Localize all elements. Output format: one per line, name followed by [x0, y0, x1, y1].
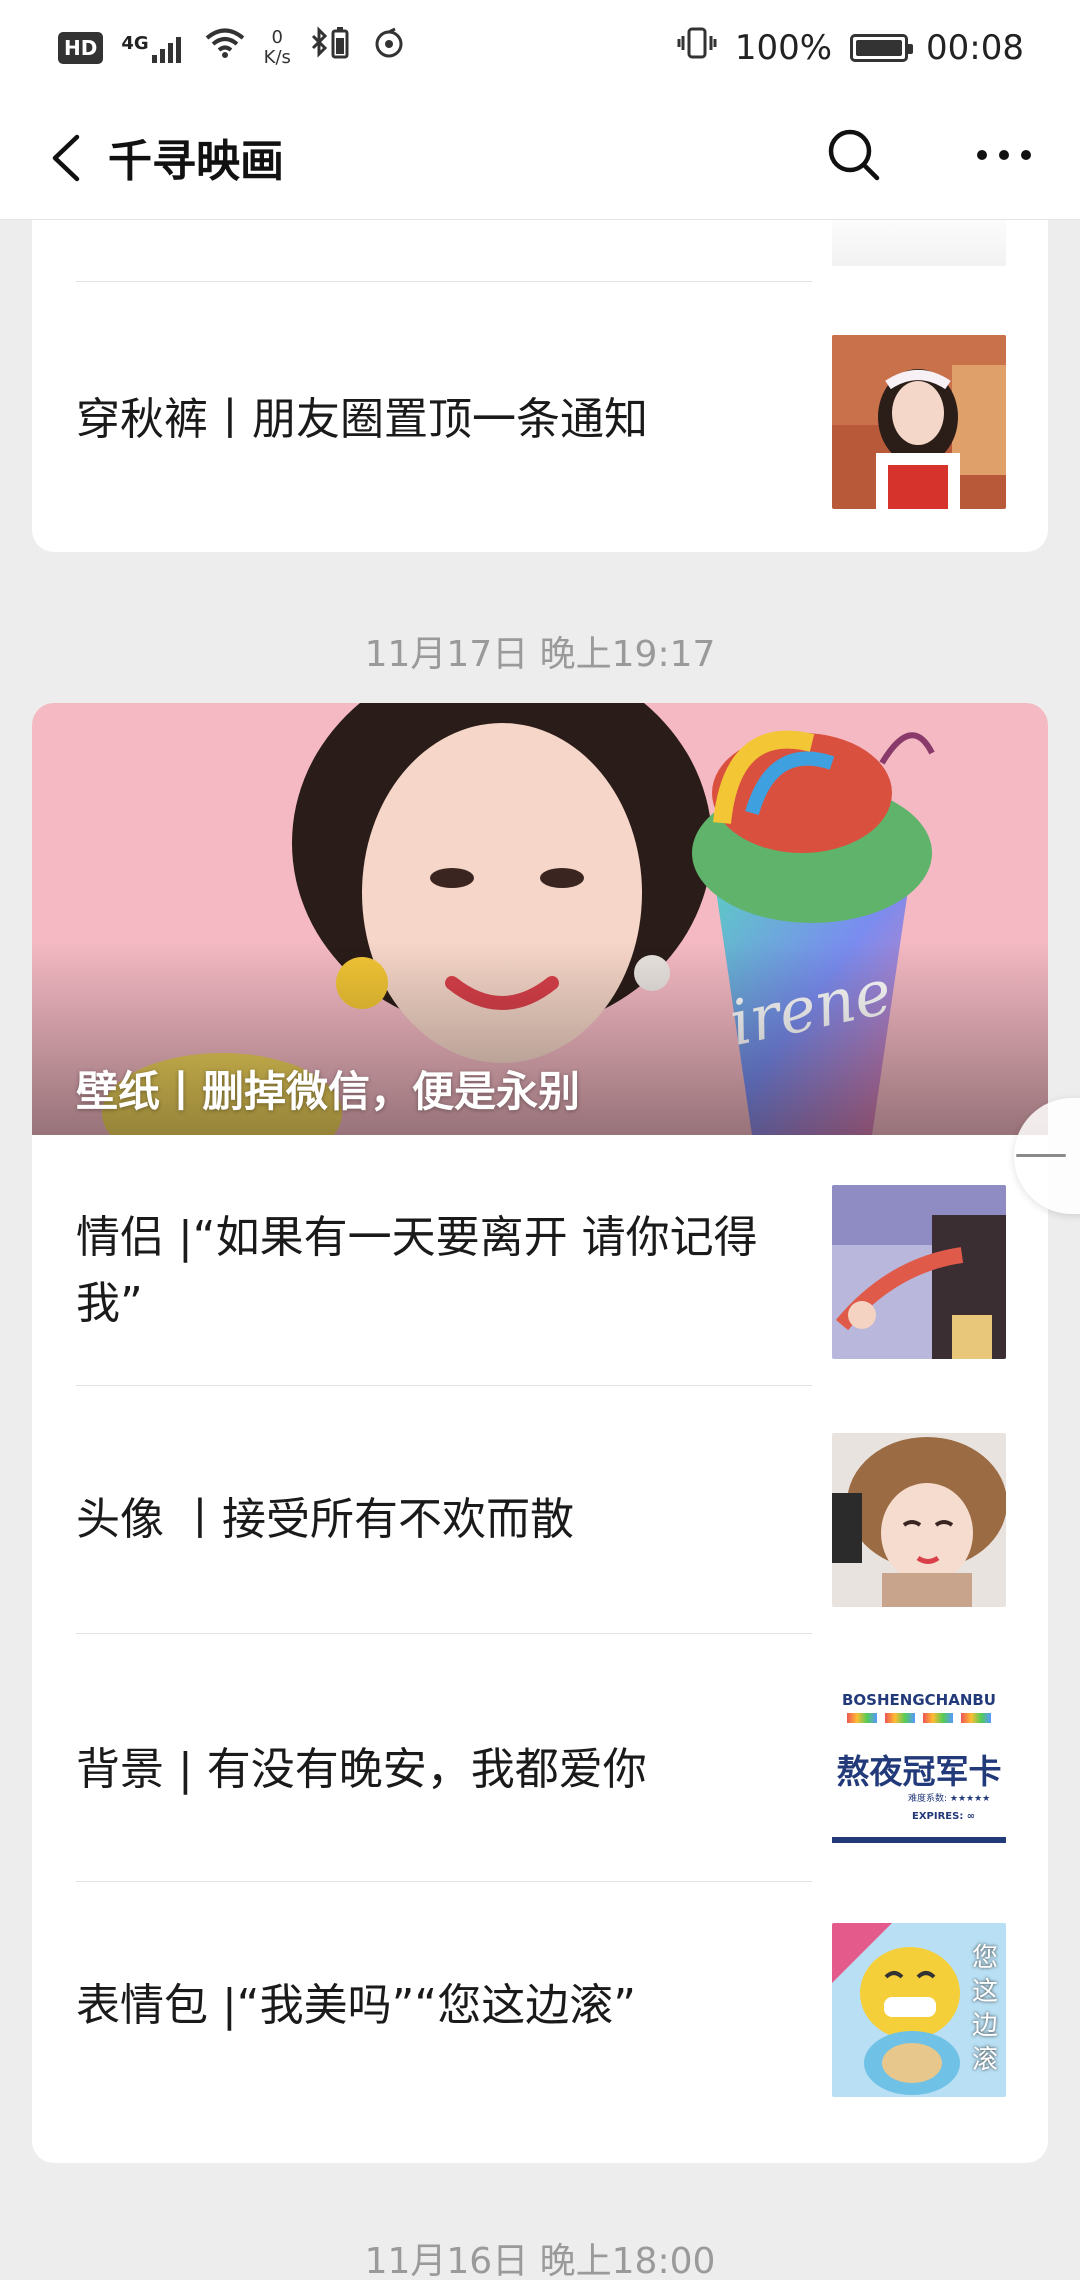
search-button[interactable] — [822, 123, 886, 187]
network-speed: 0 K/s — [263, 26, 291, 68]
article-title: 头像 丨接受所有不欢而散 — [76, 1494, 574, 1545]
article-thumbnail — [832, 335, 1006, 509]
message-feed[interactable]: 穿秋裤丨朋友圈置顶一条通知 11月17日 晚上19:17 壁纸丨删掉微信，便是永… — [0, 220, 1080, 2280]
article-item[interactable]: 情侣 |“如果有一天要离开 请你记得我” — [32, 1185, 1048, 1359]
article-title: 背景 | 有没有晚安，我都爱你 — [76, 1744, 647, 1795]
thumb-text-line2: 熬夜冠军卡 — [836, 1752, 1002, 1791]
more-button[interactable] — [964, 123, 1044, 187]
thumb-stripes — [838, 1713, 1000, 1723]
status-right: 100% 00:08 — [677, 26, 1024, 69]
search-icon — [828, 129, 880, 181]
thumb-vertical-text: 您这边滚 — [972, 1943, 999, 2075]
article-title: 表情包 |“我美吗”“您这边滚” — [76, 1980, 636, 2031]
divider — [76, 1385, 812, 1386]
network-type-label: 4G — [121, 32, 149, 54]
divider — [76, 1633, 812, 1634]
article-card: 穿秋裤丨朋友圈置顶一条通知 — [32, 220, 1048, 552]
article-title: 情侣 |“如果有一天要离开 请你记得我” — [76, 1212, 758, 1329]
signal-4g-icon: 4G — [121, 33, 185, 63]
article-item[interactable]: 穿秋裤丨朋友圈置顶一条通知 — [32, 335, 1048, 509]
cover-article[interactable]: irene 壁纸丨删掉微信，便是永别 — [32, 703, 1048, 1135]
thumbnail-partial — [832, 220, 1006, 266]
divider — [76, 281, 812, 282]
nav-bar: 千寻映画 — [0, 95, 1080, 220]
article-item[interactable]: 背景 | 有没有晚安，我都爱你 BOSHENGCHANBU 熬夜冠军卡 难度系数… — [32, 1683, 1048, 1857]
notification-icon — [373, 27, 405, 68]
network-speed-value: 0 — [271, 26, 283, 48]
battery-percent: 100% — [734, 27, 833, 68]
group-timestamp: 11月16日 晚上18:00 — [364, 2241, 716, 2280]
thumb-text-line4: EXPIRES: ∞ — [912, 1811, 976, 1822]
divider — [76, 1881, 812, 1882]
wifi-icon — [204, 27, 246, 68]
clock: 00:08 — [926, 27, 1024, 68]
back-button[interactable] — [36, 125, 96, 191]
article-thumbnail: BOSHENGCHANBU 熬夜冠军卡 难度系数: ★★★★★ EXPIRES:… — [832, 1683, 1006, 1857]
status-left: HD 4G 0 K/s — [58, 26, 405, 69]
battery-icon — [850, 33, 914, 62]
article-title: 穿秋裤丨朋友圈置顶一条通知 — [76, 394, 648, 445]
cover-title: 壁纸丨删掉微信，便是永别 — [76, 1067, 581, 1116]
article-item[interactable]: 表情包 |“我美吗”“您这边滚” 您这边滚 — [32, 1923, 1048, 2097]
status-bar: HD 4G 0 K/s 100% 00:08 — [0, 0, 1080, 95]
vibrate-icon — [677, 26, 717, 69]
article-thumbnail: 您这边滚 — [832, 1923, 1006, 2097]
thumb-text-line1: BOSHENGCHANBU — [842, 1691, 996, 1709]
thumb-bottom-bar — [832, 1837, 1006, 1843]
article-item[interactable]: 头像 丨接受所有不欢而散 — [32, 1433, 1048, 1607]
back-arrow-icon — [52, 134, 80, 182]
article-card: irene 壁纸丨删掉微信，便是永别 情侣 |“如果有一天要离开 请你记得我” — [32, 703, 1048, 2163]
bluetooth-battery-icon — [309, 26, 355, 69]
thumb-text-line3: 难度系数: ★★★★★ — [908, 1794, 991, 1804]
page-title: 千寻映画 — [108, 136, 284, 187]
article-thumbnail — [832, 1433, 1006, 1607]
network-speed-unit: K/s — [263, 46, 291, 68]
more-dots-icon — [977, 150, 1031, 160]
group-timestamp: 11月17日 晚上19:17 — [364, 634, 716, 675]
hd-badge: HD — [58, 31, 104, 64]
article-thumbnail — [832, 1185, 1006, 1359]
